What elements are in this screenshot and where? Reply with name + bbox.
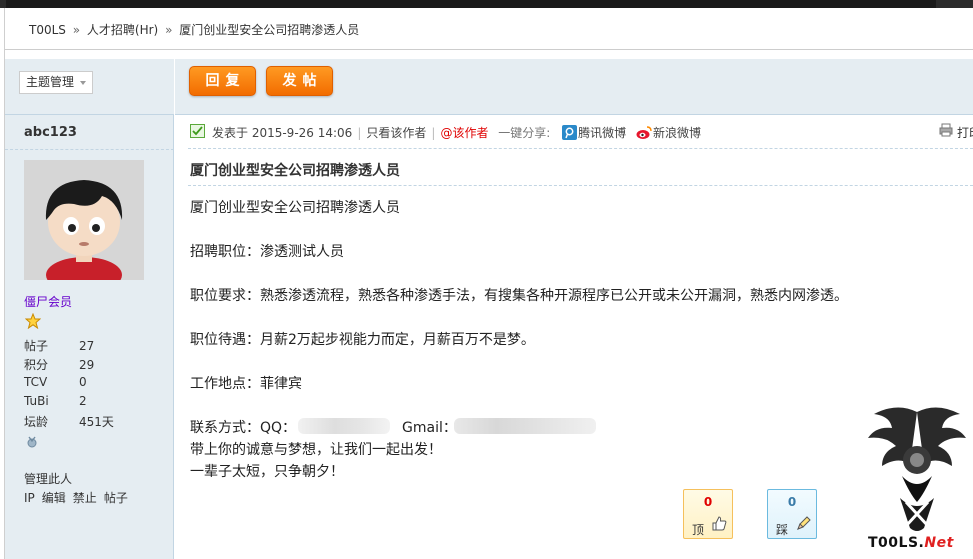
post-title: 厦门创业型安全公司招聘渗透人员: [190, 163, 400, 179]
vote-up-label: 顶: [692, 523, 705, 537]
vote-down-count: 0: [787, 495, 797, 509]
sina-weibo-label: 新浪微博: [653, 126, 702, 140]
breadcrumb-home[interactable]: T00LS: [29, 23, 66, 37]
top-dark-bar-inner: [6, 0, 936, 8]
sidebar-top: 主题管理: [5, 59, 174, 115]
post-meta: 发表于 2015-9-26 14:06 | 只看该作者 | @该作者 一键分享: 腾讯微…: [190, 123, 973, 141]
meta-divider: |: [357, 126, 362, 140]
divider: [5, 149, 174, 150]
post-line: 招聘职位：渗透测试人员: [190, 244, 344, 260]
tencent-weibo-label: 腾讯微博: [578, 126, 627, 140]
sina-weibo-icon: [636, 126, 652, 139]
watermark-site: T00LS.: [868, 535, 925, 551]
stat-row: TCV 0: [24, 375, 164, 394]
author-stats: 帖子 27 积分 29 TCV 0 TuBi 2 坛龄 451天: [24, 337, 164, 432]
stat-row: 积分 29: [24, 356, 164, 375]
stat-label: 坛龄: [24, 415, 49, 429]
vote-down-button[interactable]: 0 踩: [767, 489, 817, 539]
new-post-button[interactable]: 发帖: [266, 66, 333, 96]
breadcrumb-section[interactable]: 人才招聘(Hr): [87, 23, 158, 37]
breadcrumb-bar: T00LS » 人才招聘(Hr) » 厦门创业型安全公司招聘渗透人员: [5, 8, 973, 50]
stat-label: 积分: [24, 358, 49, 372]
stat-row: 坛龄 451天: [24, 413, 164, 432]
watermark-net: Net: [924, 535, 954, 551]
sina-weibo-share[interactable]: 新浪微博: [636, 126, 701, 140]
reply-button[interactable]: 回复: [189, 66, 256, 96]
manage-user-label: 管理此人: [24, 472, 73, 486]
author-sidebar: 主题管理 abc123 僵尸会员 帖子 27 积分 29 TCV 0 TuBi 2 坛龄…: [5, 59, 174, 559]
stat-label: TCV: [24, 375, 48, 389]
top-dark-bar: [0, 0, 973, 8]
stat-row: TuBi 2: [24, 394, 164, 413]
topic-manage-label: 主题管理: [26, 75, 75, 89]
breadcrumb: T00LS » 人才招聘(Hr) » 厦门创业型安全公司招聘渗透人员: [29, 21, 359, 38]
stat-value[interactable]: 0: [79, 375, 87, 389]
stat-label: 帖子: [24, 339, 49, 353]
tencent-weibo-share[interactable]: 腾讯微博: [562, 125, 627, 140]
stat-value[interactable]: 27: [79, 339, 94, 353]
contact-gmail-label: Gmail：: [402, 420, 457, 436]
post-meta-text: 发表于 2015-9-26 14:06 | 只看该作者 | @该作者 一键分享: 腾讯微…: [212, 124, 701, 141]
post-line: 工作地点：菲律宾: [190, 376, 302, 392]
printer-icon[interactable]: [939, 123, 953, 137]
stat-row: 帖子 27: [24, 337, 164, 356]
vote-up-count: 0: [703, 495, 713, 509]
user-group[interactable]: 僵尸会员: [24, 293, 72, 310]
avatar-cartoon-icon: [24, 160, 144, 280]
post-line: 厦门创业型安全公司招聘渗透人员: [190, 200, 400, 216]
dragon-tattoo-watermark-icon: [868, 407, 966, 531]
stat-value[interactable]: 29: [79, 358, 94, 372]
avatar[interactable]: [24, 160, 144, 280]
medal-icon[interactable]: [26, 436, 38, 448]
stat-label: TuBi: [24, 394, 49, 408]
manage-posts-link[interactable]: 帖子: [104, 491, 128, 505]
redacted-qq: [298, 418, 390, 434]
topic-manage-select[interactable]: 主题管理: [19, 71, 94, 94]
meta-divider: |: [431, 126, 436, 140]
pencil-icon: [797, 516, 811, 530]
post-line: 职位要求：熟悉渗透流程，熟悉各种渗透手法，有搜集各种开源程序已公开或未公开漏洞，…: [190, 288, 848, 304]
star-icon: [25, 313, 41, 329]
contact-qq-label: 联系方式：QQ：: [190, 420, 297, 436]
manage-edit-link[interactable]: 编辑: [42, 491, 66, 505]
post-online-icon: [190, 124, 205, 138]
stat-value: 451天: [79, 415, 114, 429]
only-author-link[interactable]: 只看该作者: [366, 126, 426, 140]
at-author-link[interactable]: @该作者: [440, 126, 488, 140]
watermark-text: T00LS.Net: [868, 535, 954, 551]
breadcrumb-separator: »: [165, 23, 173, 37]
vote-up-button[interactable]: 0 顶: [683, 489, 733, 539]
breadcrumb-current[interactable]: 厦门创业型安全公司招聘渗透人员: [179, 23, 359, 37]
breadcrumb-separator: »: [72, 23, 81, 37]
thumbs-up-icon: [712, 516, 727, 531]
post-line: 一辈子太短，只争朝夕！: [190, 464, 344, 480]
share-label: 一键分享:: [498, 126, 551, 140]
stat-value[interactable]: 2: [79, 394, 87, 408]
author-name[interactable]: abc123: [24, 125, 77, 140]
manage-ban-link[interactable]: 禁止: [73, 491, 97, 505]
chevron-down-icon: [80, 81, 87, 85]
post-line: 带上你的诚意与梦想，让我们一起出发！: [190, 442, 442, 458]
divider: [188, 148, 973, 149]
post-date: 发表于 2015-9-26 14:06: [212, 126, 353, 140]
divider: [188, 185, 973, 186]
vote-down-label: 踩: [776, 523, 789, 537]
manage-user-links: IP 编辑 禁止 帖子: [24, 489, 135, 506]
redacted-gmail: [454, 418, 596, 434]
tencent-weibo-icon: [562, 125, 578, 140]
manage-ip-link[interactable]: IP: [24, 491, 35, 505]
print-link[interactable]: 打印: [957, 124, 973, 141]
post-toolbar: 回复 发帖: [175, 59, 973, 115]
post-line: 职位待遇：月薪2万起步视能力而定，月薪百万不是梦。: [190, 332, 535, 348]
